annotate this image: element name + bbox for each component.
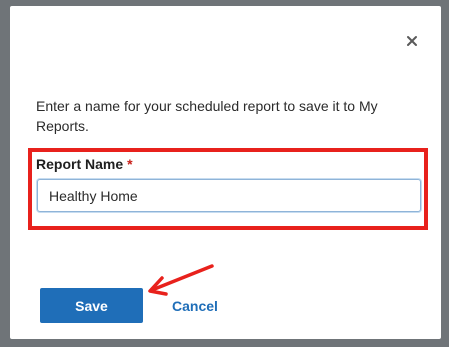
report-name-input[interactable] [37, 179, 421, 212]
report-name-label-text: Report Name [36, 156, 124, 172]
save-button[interactable]: Save [40, 288, 143, 323]
save-report-dialog: Enter a name for your scheduled report t… [10, 6, 441, 339]
report-name-label: Report Name * [36, 154, 133, 174]
annotation-arrow-icon [148, 264, 214, 296]
cancel-button[interactable]: Cancel [172, 297, 218, 315]
required-marker: * [127, 156, 133, 172]
dialog-message: Enter a name for your scheduled report t… [36, 98, 378, 134]
close-icon[interactable] [405, 34, 419, 48]
